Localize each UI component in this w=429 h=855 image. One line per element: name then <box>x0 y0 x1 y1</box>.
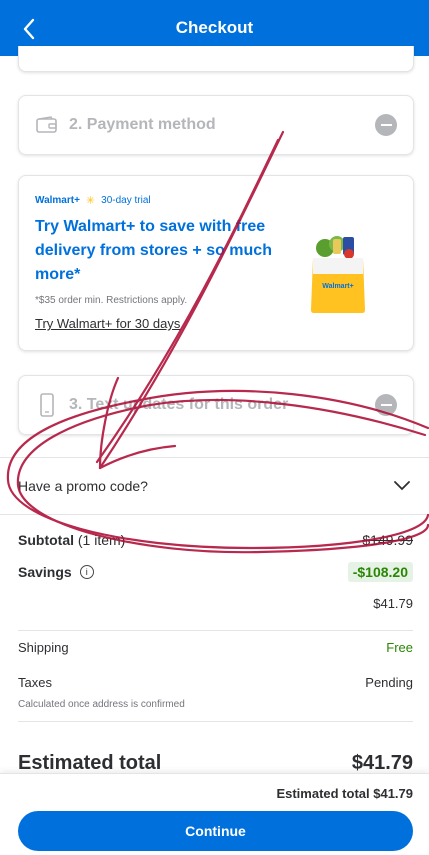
text-updates-card[interactable]: 3. Text updates for this order <box>18 375 414 435</box>
savings-label: Savings <box>18 564 72 580</box>
shipping-row: Shipping Free <box>18 640 413 655</box>
divider <box>18 721 413 722</box>
payment-method-label: 2. Payment method <box>69 116 216 133</box>
promo-code-toggle[interactable]: Have a promo code? <box>0 458 429 514</box>
estimated-total-row: Estimated total $41.79 <box>18 752 413 775</box>
walmart-plus-logo: Walmart+ <box>35 195 80 206</box>
phone-icon <box>35 393 59 417</box>
previous-step-card <box>18 46 414 72</box>
collapse-icon <box>375 114 397 136</box>
walmart-plus-brand: Walmart+ ✳ 30-day trial <box>35 194 397 207</box>
spark-icon: ✳ <box>85 195 96 207</box>
checkout-footer: Estimated total $41.79 Continue <box>0 773 429 855</box>
taxes-note: Calculated once address is confirmed <box>18 699 185 710</box>
divider <box>18 630 413 631</box>
taxes-note-row: Calculated once address is confirmed <box>18 699 413 710</box>
text-updates-label: 3. Text updates for this order <box>69 396 289 413</box>
savings-value: -$108.20 <box>347 562 413 582</box>
discounted-subtotal-row: $41.79 <box>18 596 413 611</box>
shipping-value: Free <box>386 640 413 655</box>
collapse-icon <box>375 394 397 416</box>
taxes-row: Taxes Pending <box>18 675 413 690</box>
continue-button[interactable]: Continue <box>18 811 413 851</box>
try-walmart-plus-link[interactable]: Try Walmart+ for 30 days <box>35 316 180 331</box>
page-title: Checkout <box>175 18 254 37</box>
subtotal-item-count: (1 item) <box>77 532 126 548</box>
subtotal-label: Subtotal <box>18 532 74 548</box>
estimated-total-label: Estimated total <box>18 752 162 774</box>
taxes-label: Taxes <box>18 675 52 690</box>
bag-label: Walmart+ <box>322 283 353 290</box>
chevron-down-icon <box>394 481 410 491</box>
savings-row: Savings i -$108.20 <box>18 562 413 582</box>
estimated-total-value: $41.79 <box>351 752 413 774</box>
promo-code-label: Have a promo code? <box>18 478 148 494</box>
taxes-value: Pending <box>365 675 413 690</box>
footer-estimated-total: Estimated total $41.79 <box>276 786 413 801</box>
chevron-left-icon <box>23 18 35 40</box>
walmart-plus-banner: Walmart+ ✳ 30-day trial Try Walmart+ to … <box>18 175 414 351</box>
info-icon[interactable]: i <box>79 565 94 579</box>
subtotal-original-price: $149.99 <box>362 532 413 548</box>
discounted-subtotal: $41.79 <box>373 596 413 611</box>
subtotal-row: Subtotal (1 item) $149.99 <box>18 532 413 548</box>
trial-label: 30-day trial <box>101 195 151 206</box>
wallet-icon <box>35 113 59 137</box>
divider <box>0 514 429 515</box>
grocery-bag-icon: Walmart+ <box>311 236 365 313</box>
payment-method-card[interactable]: 2. Payment method <box>18 95 414 155</box>
shipping-label: Shipping <box>18 640 69 655</box>
back-button[interactable] <box>14 14 44 44</box>
walmart-plus-headline: Try Walmart+ to save with free delivery … <box>35 218 272 283</box>
